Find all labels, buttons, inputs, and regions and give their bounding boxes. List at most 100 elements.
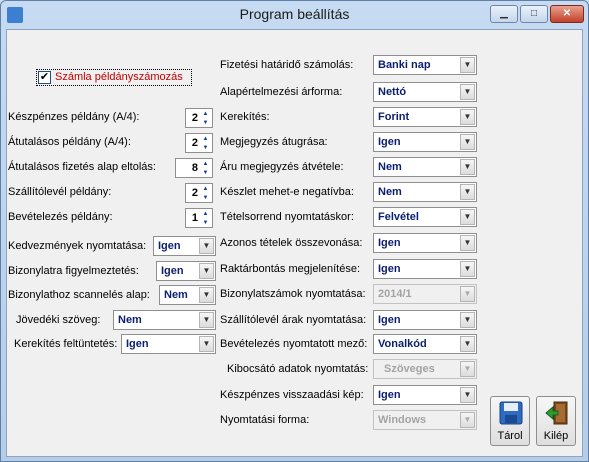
select-value: Nem [378,161,402,173]
visszaadasi-kep-select[interactable]: Igen ▼ [373,385,477,405]
spin-down-icon[interactable]: ▼ [200,119,211,127]
dropdown-label: Kibocsátó adatok nyomtatás: [227,363,369,375]
szallitolevel-arak-select[interactable]: Igen ▼ [373,310,477,330]
floppy-disk-icon [499,401,523,425]
bevetelezes-mezo-select[interactable]: Vonalkód ▼ [373,334,477,354]
select-value: Szöveges [384,363,435,375]
select-value: Igen [378,314,401,326]
fizetesi-hatarido-select[interactable]: Banki nap ▼ [373,55,477,75]
szallitolevel-peldany-spinner[interactable]: 2 ▲ ▼ [185,183,213,203]
minimize-button[interactable]: ▁ [490,5,518,23]
chevron-down-icon[interactable]: ▼ [199,238,214,254]
bizonylatszamok-select: 2014/1 ▼ [373,284,477,304]
bevetelezes-peldany-spinner[interactable]: 1 ▲ ▼ [185,208,213,228]
spin-down-icon[interactable]: ▼ [200,169,211,177]
select-value: Igen [161,265,184,277]
exit-button[interactable]: Kilép [536,396,576,446]
chevron-down-icon[interactable]: ▼ [460,209,475,225]
save-button[interactable]: Tárol [490,396,530,446]
dropdown-label: Jövedéki szöveg: [16,314,101,326]
aru-megjegyzes-select[interactable]: Nem ▼ [373,157,477,177]
megjegyzes-atugrasa-select[interactable]: Igen ▼ [373,132,477,152]
raktarbontas-select[interactable]: Igen ▼ [373,259,477,279]
chevron-down-icon[interactable]: ▼ [199,287,214,303]
chevron-down-icon[interactable]: ▼ [460,57,475,73]
spin-up-icon[interactable]: ▲ [200,160,211,168]
select-value: Forint [378,111,410,123]
spin-up-icon[interactable]: ▲ [200,210,211,218]
select-value: Igen [158,240,181,252]
settings-panel: ✔ Számla példányszámozás Készpénzes péld… [6,29,583,457]
chevron-down-icon[interactable]: ▼ [460,387,475,403]
dropdown-label: Fizetési határidő számolás: [220,59,354,71]
chevron-down-icon[interactable]: ▼ [460,134,475,150]
chevron-down-icon[interactable]: ▼ [460,159,475,175]
dropdown-label: Szállítólevél árak nyomtatása: [220,314,367,326]
chevron-down-icon[interactable]: ▼ [199,263,214,279]
kerekites-feltuntetes-select[interactable]: Igen ▼ [121,334,216,354]
kedvezmenyek-select[interactable]: Igen ▼ [153,236,216,256]
dropdown-label: Tételsorrend nyomtatáskor: [220,211,354,223]
chevron-down-icon[interactable]: ▼ [460,109,475,125]
arforma-select[interactable]: Nettó ▼ [373,82,477,102]
chevron-down-icon: ▼ [460,361,475,377]
maximize-button[interactable]: □ [520,5,548,23]
select-value: Igen [378,389,401,401]
spin-label: Szállítólevél példány: [8,186,112,198]
spin-down-icon[interactable]: ▼ [200,144,211,152]
chevron-down-icon[interactable]: ▼ [460,235,475,251]
select-value: Igen [378,136,401,148]
chevron-down-icon[interactable]: ▼ [460,184,475,200]
chevron-down-icon[interactable]: ▼ [460,84,475,100]
exit-button-label: Kilép [543,430,569,442]
atutalasos-peldany-spinner[interactable]: 2 ▲ ▼ [185,133,213,153]
dropdown-label: Alapértelmezési árforma: [220,86,343,98]
spin-label: Átutalásos példány (A/4): [8,136,131,148]
spin-down-icon[interactable]: ▼ [200,219,211,227]
spin-down-icon[interactable]: ▼ [200,194,211,202]
spin-up-icon[interactable]: ▲ [200,110,211,118]
chevron-down-icon: ▼ [460,412,475,428]
title-bar[interactable]: Program beállítás ▁ □ ✕ [1,1,588,29]
spin-value: 2 [191,187,198,199]
keszpenzes-peldany-spinner[interactable]: 2 ▲ ▼ [185,108,213,128]
spin-label: Átutalásos fizetés alap eltolás: [8,161,156,173]
select-value: Igen [378,237,401,249]
fizetes-eltolas-spinner[interactable]: 8 ▲ ▼ [175,158,213,178]
jovedeki-szoveg-select[interactable]: Nem ▼ [113,310,216,330]
spin-value: 2 [191,137,198,149]
chevron-down-icon[interactable]: ▼ [460,261,475,277]
dropdown-label: Kerekítés: [220,111,270,123]
program-settings-window: Program beállítás ▁ □ ✕ ✔ Számla példány… [0,0,589,462]
dropdown-label: Készlet mehet-e negatívba: [220,186,354,198]
chevron-down-icon[interactable]: ▼ [460,336,475,352]
scanneles-alap-select[interactable]: Nem ▼ [159,285,216,305]
spin-up-icon[interactable]: ▲ [200,135,211,143]
azonos-tetelek-select[interactable]: Igen ▼ [373,233,477,253]
dropdown-label: Bizonylathoz scannelés alap: [8,289,150,301]
keszlet-negativ-select[interactable]: Nem ▼ [373,182,477,202]
szamla-checkbox[interactable]: ✔ [38,71,51,84]
spin-label: Készpénzes példány (A/4): [8,111,140,123]
select-value: Vonalkód [378,338,427,350]
chevron-down-icon[interactable]: ▼ [199,336,214,352]
select-value: Igen [378,263,401,275]
spin-label: Bevételezés példány: [8,211,113,223]
select-value: Nem [164,289,188,301]
szamla-checkbox-label[interactable]: Számla példányszámozás [55,71,183,83]
chevron-down-icon[interactable]: ▼ [460,312,475,328]
save-button-label: Tárol [497,430,523,442]
dropdown-label: Bizonylatra figyelmeztetés: [8,265,139,277]
chevron-down-icon[interactable]: ▼ [199,312,214,328]
dropdown-label: Kerekítés feltüntetés: [14,338,118,350]
kerekites-select[interactable]: Forint ▼ [373,107,477,127]
select-value: Windows [378,414,427,426]
select-value: 2014/1 [378,288,412,300]
bizonylatra-figyelmeztetes-select[interactable]: Igen ▼ [156,261,216,281]
exit-door-icon [545,401,568,425]
close-button[interactable]: ✕ [550,5,584,23]
dropdown-label: Kedvezmények nyomtatása: [8,240,147,252]
tetelsorrend-select[interactable]: Felvétel ▼ [373,207,477,227]
select-value: Felvétel [378,211,419,223]
spin-up-icon[interactable]: ▲ [200,185,211,193]
